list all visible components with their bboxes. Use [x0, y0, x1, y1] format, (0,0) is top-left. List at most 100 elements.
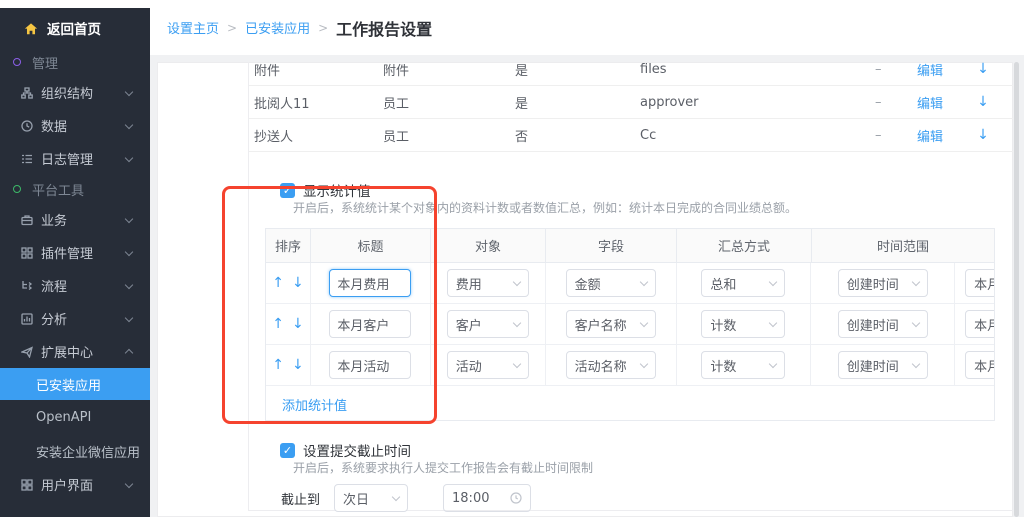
deadline-label: 设置提交截止时间 [303, 440, 411, 460]
deadline-section-header: ✓ 设置提交截止时间 [280, 440, 411, 460]
chevron-down-icon [912, 277, 920, 285]
sort-up-icon[interactable]: ↑ [272, 275, 284, 291]
org-structure-icon [21, 87, 33, 99]
home-icon [24, 22, 38, 34]
chevron-down-icon [392, 492, 400, 500]
move-down-icon[interactable]: ↓ [963, 94, 1003, 110]
object-select[interactable]: 活动 [447, 351, 529, 379]
sort-down-icon[interactable]: ↓ [292, 275, 304, 291]
stat-title-input[interactable] [329, 351, 411, 379]
chevron-down-icon [125, 479, 133, 487]
chevron-down-icon [912, 359, 920, 367]
chevron-down-icon [769, 318, 777, 326]
sidebar-item-workflow[interactable]: 流程 [0, 269, 150, 302]
stats-table-header: 排序 标题 对象 字段 汇总方式 时间范围 [266, 229, 994, 263]
sidebar-subitem-openapi[interactable]: OpenAPI [0, 400, 150, 434]
table-row: 附件 附件 是 files – 编辑 ↓ [249, 62, 1013, 86]
deadline-description: 开启后，系统要求执行人提交工作报告会有截止时间限制 [293, 459, 593, 476]
sort-up-icon[interactable]: ↑ [272, 357, 284, 373]
vertical-scrollbar[interactable] [1014, 62, 1019, 517]
object-select[interactable]: 费用 [447, 269, 529, 297]
time-range-select[interactable]: 本月 [965, 351, 995, 379]
sidebar-item-log-management[interactable]: 日志管理 [0, 142, 150, 175]
stats-row: ↑ ↓ 客户 客户名称 计数 创建时间 本月 [266, 304, 995, 345]
field-select[interactable]: 金额 [566, 269, 656, 297]
circle-icon-purple [13, 58, 21, 66]
chevron-down-icon [512, 277, 520, 285]
chevron-down-icon [125, 120, 133, 128]
stat-title-input[interactable] [329, 310, 411, 338]
circle-icon-green [13, 185, 21, 193]
edit-button[interactable]: 编辑 [917, 93, 963, 112]
breadcrumb-link-installed-apps[interactable]: 已安装应用 [245, 18, 310, 37]
page-title: 工作报告设置 [336, 16, 432, 40]
stats-row: ↑ ↓ 费用 金额 总和 创建时间 本月 [266, 263, 995, 304]
sidebar-item-user-interface[interactable]: 用户界面 [0, 468, 150, 501]
sidebar-item-analysis[interactable]: 分析 [0, 302, 150, 335]
sidebar-item-business[interactable]: 业务 [0, 203, 150, 236]
edit-button[interactable]: 编辑 [917, 62, 963, 79]
sort-down-icon[interactable]: ↓ [292, 357, 304, 373]
aggregation-select[interactable]: 总和 [701, 269, 785, 297]
deadline-day-select[interactable]: 次日 [334, 484, 408, 512]
object-select[interactable]: 客户 [447, 310, 529, 338]
ui-icon [21, 479, 33, 491]
sidebar-subitem-installed-apps[interactable]: 已安装应用 [0, 368, 150, 400]
deadline-to-label: 截止到 [281, 489, 320, 508]
chevron-down-icon [125, 214, 133, 222]
log-list-icon [21, 153, 33, 165]
sidebar-subitem-install-wechat-app[interactable]: 安装企业微信应用 [0, 434, 150, 468]
stat-title-input[interactable] [329, 269, 411, 297]
sort-down-icon[interactable]: ↓ [292, 316, 304, 332]
chevron-down-icon [125, 280, 133, 288]
field-select[interactable]: 活动名称 [566, 351, 656, 379]
deadline-controls: 截止到 次日 18:00 [281, 484, 531, 512]
deadline-time-input[interactable]: 18:00 [443, 484, 531, 512]
sidebar-home-label: 返回首页 [47, 18, 101, 38]
time-field-select[interactable]: 创建时间 [838, 351, 928, 379]
table-row: 批阅人11 员工 是 approver – 编辑 ↓ [249, 86, 1013, 119]
move-down-icon[interactable]: ↓ [963, 62, 1003, 77]
chevron-down-icon [125, 247, 133, 255]
sidebar-item-plugin-management[interactable]: 插件管理 [0, 236, 150, 269]
time-field-select[interactable]: 创建时间 [838, 310, 928, 338]
sidebar-item-org-structure[interactable]: 组织结构 [0, 76, 150, 109]
sort-up-icon[interactable]: ↑ [272, 316, 284, 332]
clock-icon [510, 492, 522, 504]
add-stat-link[interactable]: 添加统计值 [282, 395, 347, 414]
business-icon [21, 214, 33, 226]
chevron-down-icon [639, 277, 647, 285]
chevron-down-icon [512, 318, 520, 326]
chevron-down-icon [912, 318, 920, 326]
plugin-icon [21, 247, 33, 259]
fields-table: 附件 附件 是 files – 编辑 ↓ 批阅人11 员工 是 approver… [249, 62, 1013, 152]
show-stats-description: 开启后，系统统计某个对象内的资料计数或者数值汇总，例如：统计本日完成的合同业绩总… [293, 199, 797, 216]
chevron-up-icon [125, 349, 133, 357]
aggregation-select[interactable]: 计数 [701, 310, 785, 338]
show-stats-label: 显示统计值 [303, 180, 371, 200]
sidebar-section-platform-tools: 平台工具 [0, 175, 150, 203]
sidebar-item-home[interactable]: 返回首页 [0, 8, 150, 48]
aggregation-select[interactable]: 计数 [701, 351, 785, 379]
analysis-icon [21, 313, 33, 325]
time-range-select[interactable]: 本月 [965, 269, 995, 297]
sidebar-item-expansion-center[interactable]: 扩展中心 [0, 335, 150, 368]
breadcrumb-link-settings-home[interactable]: 设置主页 [167, 18, 219, 37]
chevron-down-icon [125, 313, 133, 321]
time-field-select[interactable]: 创建时间 [838, 269, 928, 297]
show-stats-checkbox[interactable]: ✓ [280, 183, 295, 198]
edit-button[interactable]: 编辑 [917, 126, 963, 145]
sidebar-item-data[interactable]: 数据 [0, 109, 150, 142]
deadline-checkbox[interactable]: ✓ [280, 443, 295, 458]
stats-row: ↑ ↓ 活动 活动名称 计数 创建时间 本月 [266, 345, 995, 386]
flow-icon [21, 280, 33, 292]
time-range-select[interactable]: 本月 [965, 310, 995, 338]
chevron-down-icon [639, 318, 647, 326]
breadcrumb-separator: > [227, 21, 237, 35]
move-down-icon[interactable]: ↓ [963, 127, 1003, 143]
chevron-down-icon [512, 359, 520, 367]
chevron-down-icon [125, 153, 133, 161]
field-select[interactable]: 客户名称 [566, 310, 656, 338]
page-header: 设置主页 > 已安装应用 > 工作报告设置 [150, 0, 1024, 55]
expand-center-icon [21, 346, 33, 358]
